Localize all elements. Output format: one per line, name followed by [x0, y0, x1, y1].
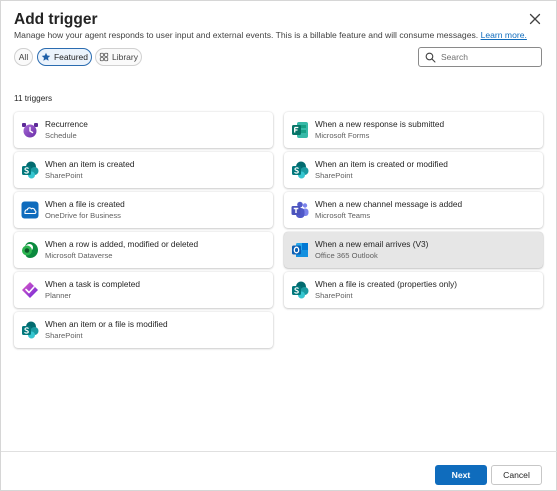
trigger-name: When a row is added, modified or deleted [45, 239, 199, 249]
trigger-source: Microsoft Forms [315, 131, 370, 140]
sharepoint-icon [292, 281, 309, 299]
trigger-name: When a file is created [45, 199, 125, 209]
trigger-name: When a task is completed [45, 279, 140, 289]
trigger-name: When an item or a file is modified [45, 319, 168, 329]
filter-featured-button[interactable]: Featured [37, 48, 92, 66]
description-text: Manage how your agent responds to user i… [14, 30, 481, 40]
trigger-source: Office 365 Outlook [315, 251, 378, 260]
trigger-card-sharepoint-file-properties[interactable]: When a file is created (properties only)… [284, 272, 543, 308]
learn-more-link[interactable]: Learn more. [481, 30, 527, 40]
trigger-card-recurrence[interactable]: Recurrence Schedule [14, 112, 273, 148]
teams-icon [291, 201, 309, 218]
schedule-icon [22, 123, 38, 138]
trigger-source: SharePoint [315, 291, 353, 300]
planner-icon [22, 282, 38, 298]
trigger-source: OneDrive for Business [45, 211, 121, 220]
trigger-name: When a new response is submitted [315, 119, 445, 129]
trigger-source: Schedule [45, 131, 77, 140]
star-icon [41, 52, 51, 61]
trigger-card-onedrive-file-created[interactable]: When a file is created OneDrive for Busi… [14, 192, 273, 228]
trigger-source: SharePoint [315, 171, 353, 180]
trigger-name: When a new channel message is added [315, 199, 463, 209]
add-trigger-dialog: Add trigger Manage how your agent respon… [0, 0, 557, 491]
dialog-description: Manage how your agent responds to user i… [14, 30, 527, 40]
trigger-source: Planner [45, 291, 72, 300]
filter-library-label: Library [112, 52, 138, 62]
search-input[interactable] [441, 52, 531, 62]
sharepoint-icon [22, 161, 39, 179]
trigger-card-teams-channel-message[interactable]: When a new channel message is added Micr… [284, 192, 543, 228]
search-icon [425, 52, 436, 63]
trigger-source: SharePoint [45, 331, 83, 340]
filter-featured-label: Featured [53, 52, 89, 62]
trigger-card-sharepoint-item-created[interactable]: When an item is created SharePoint [14, 152, 273, 188]
trigger-name: When an item is created [45, 159, 135, 169]
trigger-name: Recurrence [45, 119, 88, 129]
trigger-source: Microsoft Teams [315, 211, 371, 220]
trigger-card-planner-task-completed[interactable]: When a task is completed Planner [14, 272, 273, 308]
outlook-icon [292, 243, 308, 257]
footer-divider [1, 451, 557, 452]
trigger-count: 11 triggers [14, 94, 53, 103]
trigger-source: SharePoint [45, 171, 83, 180]
sharepoint-icon [292, 161, 309, 179]
sharepoint-icon [22, 321, 39, 339]
trigger-name: When a file is created (properties only) [315, 279, 458, 289]
forms-icon [292, 122, 308, 138]
filter-library-button[interactable]: Library [95, 48, 142, 66]
trigger-card-sharepoint-item-file-modified[interactable]: When an item or a file is modified Share… [14, 312, 273, 348]
trigger-card-forms-response[interactable]: When a new response is submitted Microso… [284, 112, 543, 148]
library-icon [99, 52, 109, 62]
onedrive-icon [21, 201, 39, 219]
dialog-title: Add trigger [14, 11, 98, 28]
trigger-source: Microsoft Dataverse [45, 251, 113, 260]
search-box[interactable] [418, 47, 542, 67]
trigger-card-dataverse-row[interactable]: When a row is added, modified or deleted… [14, 232, 273, 268]
cancel-button[interactable]: Cancel [491, 465, 542, 485]
dataverse-icon [22, 242, 38, 258]
trigger-name: When an item is created or modified [315, 159, 448, 169]
close-icon[interactable] [527, 11, 543, 27]
next-button[interactable]: Next [435, 465, 487, 485]
trigger-card-sharepoint-item-created-modified[interactable]: When an item is created or modified Shar… [284, 152, 543, 188]
filter-all-button[interactable]: All [14, 48, 33, 66]
trigger-name: When a new email arrives (V3) [315, 239, 429, 249]
trigger-card-outlook-new-email[interactable]: When a new email arrives (V3) Office 365… [284, 232, 543, 268]
filter-all-label: All [18, 52, 29, 62]
